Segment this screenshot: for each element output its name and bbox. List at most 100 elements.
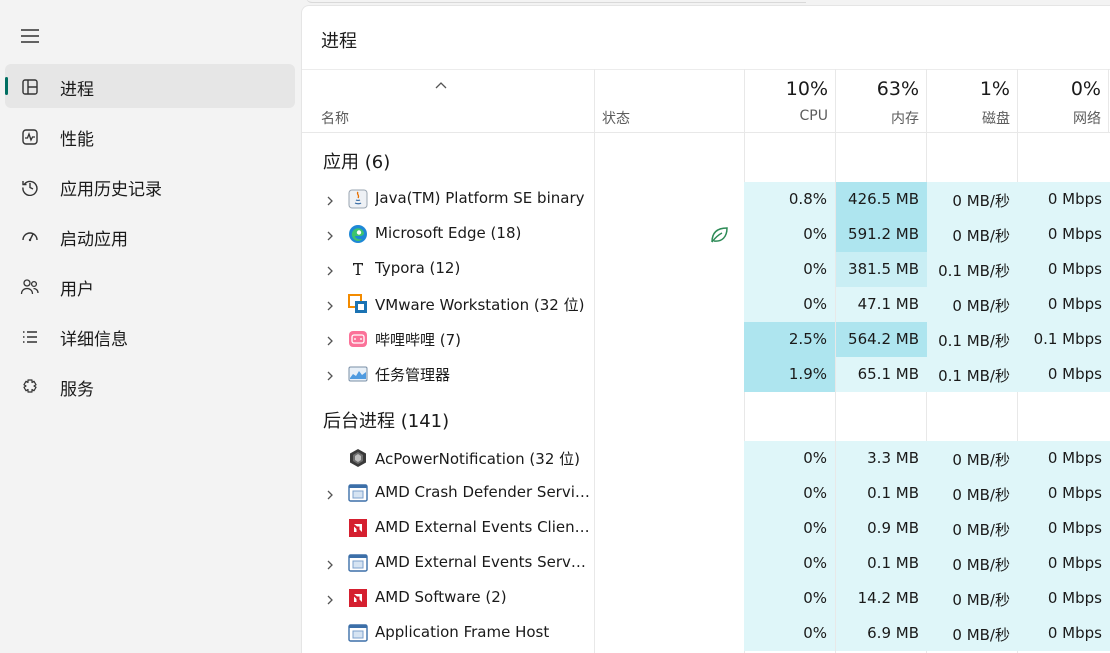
disk-cell: 0 MB/秒 [927, 476, 1018, 511]
chevron-right-icon[interactable] [325, 333, 335, 346]
chevron-right-icon[interactable] [325, 263, 335, 276]
process-row[interactable]: Application Frame Host 0% 6.9 MB 0 MB/秒 0 Mb… [302, 616, 1110, 651]
memory-cell: 14.2 MB [836, 581, 927, 616]
memory-cell: 6.9 MB [836, 616, 927, 651]
app-history-icon [19, 176, 41, 198]
sidebar-item-label: 用户 [60, 280, 94, 300]
process-name: AMD External Events Client Module [375, 518, 590, 536]
memory-cell: 0.1 MB [836, 546, 927, 581]
java-icon [348, 189, 368, 209]
cpu-cell: 1.9% [744, 357, 835, 392]
column-cpu-percent[interactable]: 10% [744, 78, 828, 100]
cpu-cell: 0% [744, 616, 835, 651]
disk-cell: 0.1 MB/秒 [927, 252, 1018, 287]
network-cell: 0.1 Mbps [1018, 322, 1110, 357]
service-window-icon [348, 623, 368, 643]
vmware-icon [348, 294, 368, 314]
cpu-cell: 0% [744, 476, 835, 511]
process-row[interactable]: 哔哩哔哩 (7) 2.5% 564.2 MB 0.1 MB/秒 0.1 Mbps [302, 322, 1110, 357]
process-row[interactable]: 任务管理器 1.9% 65.1 MB 0.1 MB/秒 0 Mbps [302, 357, 1110, 392]
task-manager-icon [348, 364, 368, 384]
process-name: Typora (12) [375, 259, 461, 277]
disk-cell: 0.1 MB/秒 [927, 357, 1018, 392]
process-row[interactable]: AMD External Events Client Module 0%0.9 M… [302, 511, 1110, 546]
column-header-name[interactable]: 名称 [321, 108, 349, 128]
sidebar-item-label: 应用历史记录 [60, 180, 162, 200]
column-header-status[interactable]: 状态 [602, 108, 630, 128]
process-name: AMD Software (2) [375, 588, 507, 606]
disk-cell: 0 MB/秒 [927, 441, 1018, 476]
process-row[interactable]: AMD Software (2) 0% 14.2 MB 0 MB/秒 0 Mbps [302, 581, 1110, 616]
network-cell: 0 Mbps [1018, 546, 1110, 581]
chevron-right-icon[interactable] [325, 193, 335, 206]
memory-cell: 426.5 MB [836, 182, 927, 217]
performance-icon [19, 126, 41, 148]
service-window-icon [348, 553, 368, 573]
disk-cell: 0 MB/秒 [927, 217, 1018, 252]
cpu-cell: 0% [744, 546, 835, 581]
network-cell: 0 Mbps [1018, 511, 1110, 546]
column-header-cpu[interactable]: CPU [744, 108, 828, 124]
process-row[interactable]: AMD Crash Defender Service 0% 0.1 MB 0 MB/秒… [302, 476, 1110, 511]
process-name: Java(TM) Platform SE binary [375, 189, 585, 207]
menu-hamburger-icon[interactable] [13, 22, 47, 50]
memory-cell: 564.2 MB [836, 322, 927, 357]
header-top-divider [302, 69, 1110, 70]
column-divider [1108, 69, 1109, 133]
process-name: VMware Workstation (32 位) [375, 296, 585, 314]
column-disk-percent[interactable]: 1% [926, 78, 1010, 100]
process-row[interactable]: AMD External Events Service Module 0%0.1 … [302, 546, 1110, 581]
chevron-right-icon[interactable] [325, 557, 335, 570]
page-title: 进程 [321, 31, 357, 52]
sidebar-item-details[interactable]: 详细信息 [5, 314, 295, 358]
sidebar-item-processes[interactable]: 进程 [5, 64, 295, 108]
window-top-edge [306, 0, 806, 3]
chevron-right-icon[interactable] [325, 298, 335, 311]
chevron-right-icon[interactable] [325, 592, 335, 605]
column-memory-percent[interactable]: 63% [835, 78, 919, 100]
chevron-right-icon[interactable] [325, 228, 335, 241]
chevron-right-icon[interactable] [325, 368, 335, 381]
column-header-network[interactable]: 网络 [1017, 108, 1101, 128]
sort-ascending-icon[interactable] [434, 76, 448, 89]
memory-cell: 591.2 MB [836, 217, 927, 252]
sidebar-item-label: 启动应用 [60, 230, 128, 250]
sidebar-item-services[interactable]: 服务 [5, 364, 295, 408]
process-row[interactable]: Microsoft Edge (18) 0% 591.2 MB 0 MB/秒 0 Mbp… [302, 217, 1110, 252]
group-heading-background: 后台进程 (141) [323, 411, 450, 432]
cpu-cell: 0% [744, 511, 835, 546]
network-cell: 0 Mbps [1018, 287, 1110, 322]
sidebar-item-performance[interactable]: 性能 [5, 114, 295, 158]
startup-apps-icon [19, 226, 41, 248]
process-row[interactable]: VMware Workstation (32 位) 0% 47.1 MB 0 MB/秒… [302, 287, 1110, 322]
disk-cell: 0.1 MB/秒 [927, 322, 1018, 357]
network-cell: 0 Mbps [1018, 441, 1110, 476]
cpu-cell: 0% [744, 252, 835, 287]
process-row[interactable]: Typora (12) 0% 381.5 MB 0.1 MB/秒 0 Mbps [302, 252, 1110, 287]
processes-icon [19, 76, 41, 98]
process-name: Application Frame Host [375, 623, 550, 641]
sidebar-item-users[interactable]: 用户 [5, 264, 295, 308]
disk-cell: 0 MB/秒 [927, 616, 1018, 651]
sidebar-item-label: 服务 [60, 380, 94, 400]
disk-cell: 0 MB/秒 [927, 287, 1018, 322]
process-row[interactable]: AcPowerNotification (32 位) 0% 3.3 MB 0 MB/秒… [302, 441, 1110, 476]
details-icon [19, 326, 41, 348]
sidebar: 进程 性能 应用历史记录 启动应用 用户 详细信息 服务 [0, 0, 301, 653]
column-header-disk[interactable]: 磁盘 [926, 108, 1010, 128]
process-name: 哔哩哔哩 (7) [375, 331, 462, 349]
column-network-percent[interactable]: 0% [1017, 78, 1101, 100]
sidebar-item-app-history[interactable]: 应用历史记录 [5, 164, 295, 208]
sidebar-item-startup-apps[interactable]: 启动应用 [5, 214, 295, 258]
sidebar-item-label: 性能 [60, 130, 94, 150]
process-row[interactable]: Java(TM) Platform SE binary 0.8% 426.5 MB 0… [302, 182, 1110, 217]
process-name: 任务管理器 [375, 366, 451, 384]
chevron-right-icon[interactable] [325, 487, 335, 500]
acpower-icon [348, 448, 368, 468]
column-header-memory[interactable]: 内存 [835, 108, 919, 128]
amd-icon [348, 518, 368, 538]
process-name: AMD Crash Defender Service [375, 483, 590, 501]
edge-icon [348, 224, 368, 244]
cpu-cell: 0% [744, 217, 835, 252]
efficiency-mode-leaf-icon [708, 224, 730, 246]
